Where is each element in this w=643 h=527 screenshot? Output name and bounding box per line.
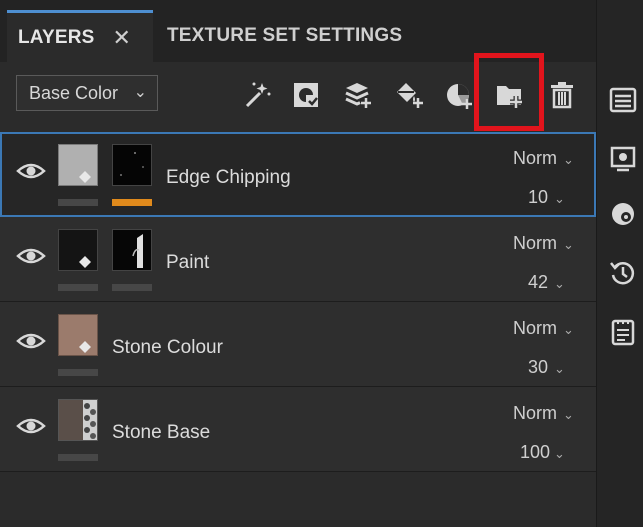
history-icon[interactable]: [609, 259, 637, 287]
layer-thumbnail[interactable]: [58, 229, 98, 271]
layer-list: Edge Chipping Norm ⌄ 10 ⌄ Paint Norm ⌄ 42 ⌄: [0, 132, 596, 472]
chevron-down-icon: ⌄: [563, 322, 574, 337]
channel-select-value: Base Color: [29, 82, 119, 103]
channel-select[interactable]: Base Color ⌄: [16, 75, 158, 111]
delete-icon[interactable]: [545, 78, 579, 112]
layer-name[interactable]: Stone Colour: [112, 337, 223, 359]
tab-texture-set-settings[interactable]: TEXTURE SET SETTINGS: [153, 10, 405, 62]
mask-thumb-bar: [112, 284, 152, 291]
layer-row-stone-colour[interactable]: Stone Colour Norm ⌄ 30 ⌄: [0, 302, 596, 387]
blend-mode-select[interactable]: Norm ⌄: [513, 148, 574, 169]
fill-bucket-icon: [79, 256, 91, 268]
eye-icon[interactable]: [16, 160, 46, 182]
list-icon[interactable]: [609, 86, 637, 114]
mask-thumbnail[interactable]: [112, 144, 152, 186]
right-sidebar: [596, 0, 643, 527]
chevron-down-icon: ⌄: [554, 191, 565, 206]
eye-icon[interactable]: [16, 330, 46, 352]
chevron-down-icon: ⌄: [563, 237, 574, 252]
mask-active-bar: [112, 199, 152, 206]
tab-layers-label: LAYERS: [18, 26, 95, 48]
layer-thumb-bar: [58, 284, 98, 291]
blend-mode-value: Norm: [513, 403, 557, 423]
layer-thumbnail[interactable]: [58, 144, 98, 186]
layer-name[interactable]: Stone Base: [112, 422, 210, 444]
add-layer-icon[interactable]: [341, 78, 375, 112]
layer-row-stone-base[interactable]: Stone Base Norm ⌄ 100 ⌄: [0, 387, 596, 472]
layer-row-paint[interactable]: Paint Norm ⌄ 42 ⌄: [0, 217, 596, 302]
blend-mode-select[interactable]: Norm ⌄: [513, 318, 574, 339]
chevron-down-icon: ⌄: [554, 361, 565, 376]
layer-thumb-bar: [58, 369, 98, 376]
tab-texture-set-label: TEXTURE SET SETTINGS: [167, 25, 403, 46]
blend-mode-select[interactable]: Norm ⌄: [513, 403, 574, 424]
chevron-down-icon: ⌄: [133, 84, 147, 101]
chevron-down-icon: ⌄: [563, 407, 574, 422]
layer-thumbnail[interactable]: [58, 399, 98, 441]
opacity-field[interactable]: 100 ⌄: [520, 442, 580, 463]
close-icon[interactable]: ✕: [113, 25, 132, 51]
notes-icon[interactable]: [609, 318, 637, 346]
eye-icon[interactable]: [16, 245, 46, 267]
folder-button-highlight: [474, 53, 544, 131]
camera-settings-icon[interactable]: [609, 145, 637, 173]
layer-name[interactable]: Paint: [166, 252, 209, 274]
blend-mode-select[interactable]: Norm ⌄: [513, 233, 574, 254]
blend-mode-value: Norm: [513, 318, 557, 338]
add-effect-icon[interactable]: [442, 78, 476, 112]
mask-shape: [132, 234, 143, 268]
texture-pattern: [83, 400, 97, 440]
blend-mode-value: Norm: [513, 233, 557, 253]
chevron-down-icon: ⌄: [554, 446, 565, 461]
opacity-value: 10: [527, 187, 548, 207]
layers-panel: LAYERS ✕ TEXTURE SET SETTINGS Base Color…: [0, 0, 596, 527]
layer-name[interactable]: Edge Chipping: [166, 167, 291, 189]
add-fill-layer-icon[interactable]: [392, 78, 426, 112]
chevron-down-icon: ⌄: [554, 276, 565, 291]
display-settings-icon[interactable]: [609, 200, 637, 228]
layer-row-edge-chipping[interactable]: Edge Chipping Norm ⌄ 10 ⌄: [0, 132, 596, 217]
layer-thumbnail[interactable]: [58, 314, 98, 356]
chevron-down-icon: ⌄: [563, 152, 574, 167]
fill-bucket-icon: [79, 171, 91, 183]
opacity-value: 100: [520, 442, 551, 462]
opacity-value: 30: [527, 357, 548, 377]
fill-bucket-icon: [79, 341, 91, 353]
opacity-field[interactable]: 30 ⌄: [520, 357, 580, 378]
opacity-field[interactable]: 42 ⌄: [520, 272, 580, 293]
layer-thumb-bar: [58, 454, 98, 461]
add-mask-icon[interactable]: [289, 78, 323, 112]
magic-wand-icon[interactable]: [240, 78, 274, 112]
eye-icon[interactable]: [16, 415, 46, 437]
blend-mode-value: Norm: [513, 148, 557, 168]
tab-layers[interactable]: LAYERS ✕: [7, 10, 153, 62]
opacity-field[interactable]: 10 ⌄: [520, 187, 580, 208]
mask-speckle: [120, 152, 144, 176]
opacity-value: 42: [527, 272, 548, 292]
mask-thumbnail[interactable]: [112, 229, 152, 271]
layer-thumb-bar: [58, 199, 98, 206]
